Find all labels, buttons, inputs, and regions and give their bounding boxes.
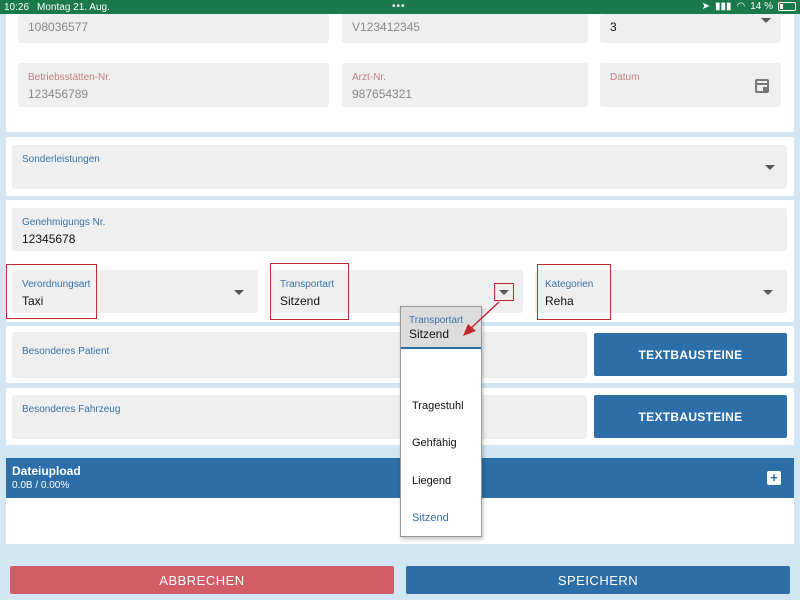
datum-label: Datum [610,72,640,83]
add-icon[interactable]: + [767,471,781,485]
sonderleistungen-label: Sonderleistungen [22,154,100,165]
dropdown-option-gehfaehig[interactable]: Gehfähig [412,437,457,449]
dateiupload-title: Dateiupload [12,464,81,478]
calendar-icon[interactable] [755,79,769,93]
annotation-arrow [463,301,500,336]
betriebsstaetten-value: 123456789 [28,87,89,101]
location-icon: ➤ [701,1,710,12]
field-top-3-select[interactable]: 3 [600,14,781,43]
multitask-dots-icon[interactable]: ••• [392,1,406,12]
dropdown-value: Sitzend [409,327,450,341]
sonderleistungen-card: Sonderleistungen [6,137,794,196]
textbausteine-fahrzeug-button[interactable]: TEXTBAUSTEINE [594,395,787,438]
textbausteine-patient-button[interactable]: TEXTBAUSTEINE [594,333,787,376]
status-indicators: ➤ ▮▮▮ ◠ 14 % [702,1,796,12]
besonderes-patient-label: Besonderes Patient [22,346,110,357]
betriebsstaetten-field[interactable]: Betriebsstätten-Nr. 123456789 [18,63,329,107]
highlight-kategorien [537,264,611,320]
dateiupload-progress: 0.0B / 0.00% [12,480,70,491]
arzt-label: Arzt-Nr. [352,72,386,83]
status-date: Montag 21. Aug. [37,1,110,13]
dropdown-option-liegend[interactable]: Liegend [412,475,451,487]
genehmigung-field[interactable]: Genehmigungs Nr. 12345678 [12,208,787,251]
wifi-icon: ◠ [736,1,746,12]
chevron-down-icon [234,290,244,295]
arzt-value: 987654321 [352,87,413,101]
chevron-down-icon [761,18,771,23]
chevron-down-icon [765,165,775,170]
genehmigung-label: Genehmigungs Nr. [22,217,106,228]
field-top-2-value: V123412345 [352,20,421,34]
genehmigung-value: 12345678 [22,232,76,246]
battery-icon [778,2,796,11]
cancel-button[interactable]: ABBRECHEN [10,566,394,594]
betriebsstaetten-label: Betriebsstätten-Nr. [28,72,111,83]
dropdown-option-tragestuhl[interactable]: Tragestuhl [412,400,464,412]
signal-icon: ▮▮▮ [714,1,732,12]
field-top-1[interactable]: 108036577 [18,14,329,43]
status-time: 10:26 [4,1,30,13]
status-bar: 10:26 Montag 21. Aug. ••• ➤ ▮▮▮ ◠ 14 % [0,0,800,14]
highlight-verordnungsart [6,264,97,319]
praxis-card: 108036577 V123412345 3 Betriebsstätten-N… [6,14,794,132]
highlight-transportart [270,263,349,320]
save-button[interactable]: SPEICHERN [406,566,790,594]
besonderes-fahrzeug-field[interactable]: Besonderes Fahrzeug [12,395,587,439]
field-top-2[interactable]: V123412345 [342,14,588,43]
dropdown-option-sitzend[interactable]: Sitzend [412,512,449,524]
field-top-1-value: 108036577 [28,20,89,34]
battery-percent: 14 % [750,1,773,12]
transport-card: Genehmigungs Nr. 12345678 Verordnungsart… [6,200,794,322]
arzt-field[interactable]: Arzt-Nr. 987654321 [342,63,588,107]
datum-field[interactable]: Datum [600,63,781,107]
sonderleistungen-select[interactable]: Sonderleistungen [12,145,787,189]
chevron-down-icon [763,290,773,295]
field-top-3-value: 3 [610,20,617,34]
besonderes-fahrzeug-label: Besonderes Fahrzeug [22,404,121,415]
